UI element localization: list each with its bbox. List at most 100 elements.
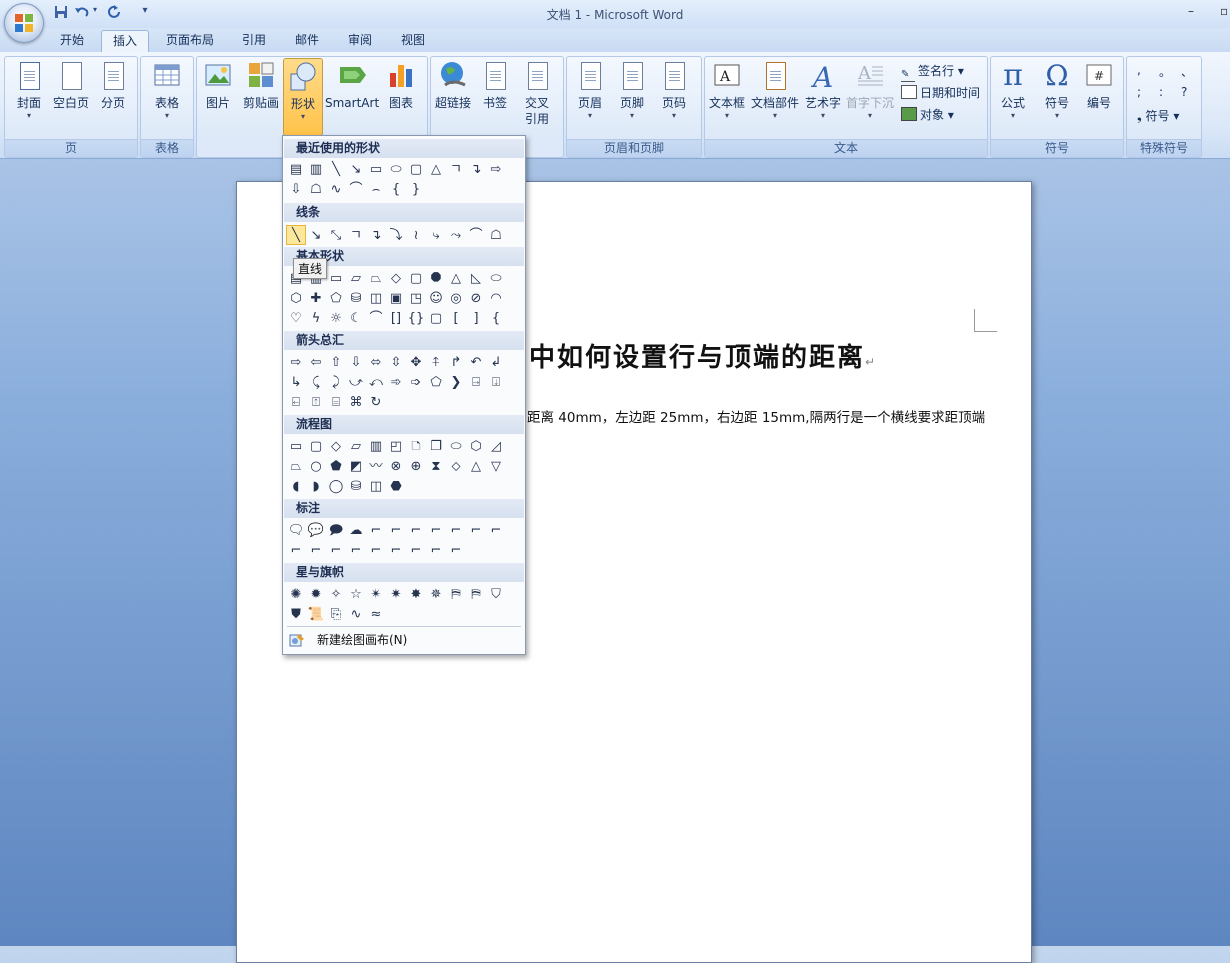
heart-icon[interactable]: ♡ — [286, 309, 306, 329]
curved-left-arrow-icon[interactable]: ⤸ — [326, 373, 346, 393]
star8-icon[interactable]: ✴ — [366, 585, 386, 605]
punched-tape-icon[interactable]: 〰 — [366, 457, 386, 477]
special-char-3[interactable]: 、 — [1181, 63, 1193, 80]
line-callout-12-icon[interactable]: ⌐ — [366, 541, 386, 561]
special-char-5[interactable]: : — [1159, 85, 1163, 99]
decision-icon[interactable]: ◇ — [326, 437, 346, 457]
curve-shape-icon[interactable]: ⌢ — [366, 180, 386, 200]
alt-process-icon[interactable]: ▢ — [306, 437, 326, 457]
footer-button[interactable]: 页脚 ▾ — [613, 61, 651, 121]
document-body-text[interactable]: 距离 40mm，左边距 25mm，右边距 15mm,隔两行是一个横线要求距顶端 — [527, 406, 985, 426]
quad-arrow-icon[interactable]: ✥ — [406, 353, 426, 373]
terminator-icon[interactable]: ⬭ — [446, 437, 466, 457]
horizontal-scroll-icon[interactable]: ⎘ — [326, 605, 346, 625]
display-icon[interactable]: ⬣ — [386, 477, 406, 497]
double-arrow-shape-icon[interactable]: ⤡ — [326, 226, 346, 246]
up-ribbon-icon[interactable]: ⛿ — [446, 585, 466, 605]
line-callout-15-icon[interactable]: ⌐ — [426, 541, 446, 561]
tab-page-layout[interactable]: 页面布局 — [158, 30, 222, 52]
special-char-4[interactable]: ; — [1137, 85, 1141, 99]
cross-icon[interactable]: ✚ — [306, 289, 326, 309]
symbol-button[interactable]: Ω 符号 ▾ — [1037, 61, 1077, 121]
undo-icon[interactable] — [73, 5, 91, 21]
vertical-scroll-icon[interactable]: 📜 — [306, 605, 326, 625]
drop-cap-button[interactable]: A 首字下沉 ▾ — [845, 61, 895, 121]
no-symbol-icon[interactable]: ⊘ — [466, 289, 486, 309]
elbow-connector-icon[interactable]: ㄱ — [446, 160, 466, 180]
rounded-callout-icon[interactable]: 💬 — [306, 521, 326, 541]
smartart-button[interactable]: SmartArt — [325, 61, 379, 111]
undo-dropdown-icon[interactable]: ▾ — [91, 5, 99, 21]
left-right-callout-icon[interactable]: ⌸ — [326, 393, 346, 413]
quick-parts-button[interactable]: 文档部件 ▾ — [751, 61, 799, 121]
right-triangle-icon[interactable]: ◺ — [466, 269, 486, 289]
parallelogram-icon[interactable]: ▱ — [346, 269, 366, 289]
document-heading[interactable]: 中如何设置行与顶端的距离↵ — [529, 337, 877, 374]
bent-arrow-icon[interactable]: ↱ — [446, 353, 466, 373]
ellipse-icon[interactable]: ⬭ — [486, 269, 506, 289]
special-char-2[interactable]: 。 — [1159, 63, 1171, 80]
pentagon-arrow-icon[interactable]: ⬠ — [426, 373, 446, 393]
line-callout-1-icon[interactable]: ⌐ — [366, 521, 386, 541]
can-icon[interactable]: ⛁ — [346, 289, 366, 309]
curved-right-arrow-icon[interactable]: ⤹ — [306, 373, 326, 393]
tab-view[interactable]: 视图 — [392, 30, 434, 52]
oval-callout-icon[interactable]: 🗩 — [326, 521, 346, 541]
sort-icon[interactable]: ⬦ — [446, 457, 466, 477]
scribble-shape-icon[interactable]: ∿ — [326, 180, 346, 200]
tab-references[interactable]: 引用 — [233, 30, 275, 52]
tab-review[interactable]: 审阅 — [339, 30, 381, 52]
line-callout-9-icon[interactable]: ⌐ — [306, 541, 326, 561]
clip-art-button[interactable]: 剪贴画 — [241, 61, 281, 111]
special-char-6[interactable]: ? — [1181, 85, 1187, 99]
vertical-text-box-shape-icon[interactable]: ▥ — [306, 160, 326, 180]
elbow-connector-shape-icon[interactable]: ㄱ — [346, 226, 366, 246]
line-callout-4-icon[interactable]: ⌐ — [426, 521, 446, 541]
double-wave-icon[interactable]: ≈ — [366, 605, 386, 625]
arc-basic-icon[interactable]: ⌒ — [366, 309, 386, 329]
customize-qat-icon[interactable]: ▾ — [136, 5, 154, 21]
card-icon[interactable]: ◩ — [346, 457, 366, 477]
rectangle-shape-icon[interactable]: ▭ — [366, 160, 386, 180]
hyperlink-button[interactable]: 超链接 — [433, 61, 473, 111]
line-callout-13-icon[interactable]: ⌐ — [386, 541, 406, 561]
line-callout-16-icon[interactable]: ⌐ — [446, 541, 466, 561]
date-time-button[interactable]: 日期和时间 — [901, 84, 980, 101]
double-bracket-icon[interactable]: [] — [386, 309, 406, 329]
connector-icon[interactable]: ○ — [306, 457, 326, 477]
arrow-shape-icon[interactable]: ↘ — [306, 226, 326, 246]
document-shape-icon[interactable]: 🗅 — [406, 437, 426, 457]
octagon-icon[interactable]: ⯃ — [426, 269, 446, 289]
stored-data-icon[interactable]: ◖ — [286, 477, 306, 497]
straight-line-shape-icon[interactable]: ╲ — [286, 225, 306, 245]
bookmark-button[interactable]: 书签 — [477, 61, 513, 111]
line-callout-8-icon[interactable]: ⌐ — [286, 541, 306, 561]
quad-arrow-callout-icon[interactable]: ⌘ — [346, 393, 366, 413]
magnetic-disk-icon[interactable]: ⛁ — [346, 477, 366, 497]
preparation-icon[interactable]: ⬡ — [466, 437, 486, 457]
right-arrow-icon[interactable]: ⇨ — [286, 353, 306, 373]
text-box-button[interactable]: A 文本框 ▾ — [707, 61, 747, 121]
tab-mailings[interactable]: 邮件 — [286, 30, 328, 52]
line-callout-7-icon[interactable]: ⌐ — [486, 521, 506, 541]
table-button[interactable]: 表格 ▾ — [147, 61, 187, 121]
numbering-button[interactable]: # 编号 — [1079, 61, 1119, 111]
wordart-button[interactable]: A 艺术字 ▾ — [803, 61, 843, 121]
cloud-callout-icon[interactable]: ☁ — [346, 521, 366, 541]
header-button[interactable]: 页眉 ▾ — [571, 61, 609, 121]
special-char-1[interactable]: , — [1137, 63, 1141, 77]
left-arrow-callout-icon[interactable]: ⍇ — [286, 393, 306, 413]
redo-icon[interactable] — [106, 5, 124, 21]
lightning-icon[interactable]: ϟ — [306, 309, 326, 329]
bevel-icon[interactable]: ▣ — [386, 289, 406, 309]
offpage-connector-icon[interactable]: ⬟ — [326, 457, 346, 477]
diamond-icon[interactable]: ◇ — [386, 269, 406, 289]
left-brace-shape-icon[interactable]: { — [386, 180, 406, 200]
tab-insert[interactable]: 插入 — [101, 30, 149, 53]
internal-storage-icon[interactable]: ◰ — [386, 437, 406, 457]
u-turn-arrow-icon[interactable]: ↶ — [466, 353, 486, 373]
line-callout-11-icon[interactable]: ⌐ — [346, 541, 366, 561]
delay-icon[interactable]: ◗ — [306, 477, 326, 497]
summing-junction-icon[interactable]: ⊗ — [386, 457, 406, 477]
curved-connector-shape-icon[interactable]: ≀ — [406, 226, 426, 246]
